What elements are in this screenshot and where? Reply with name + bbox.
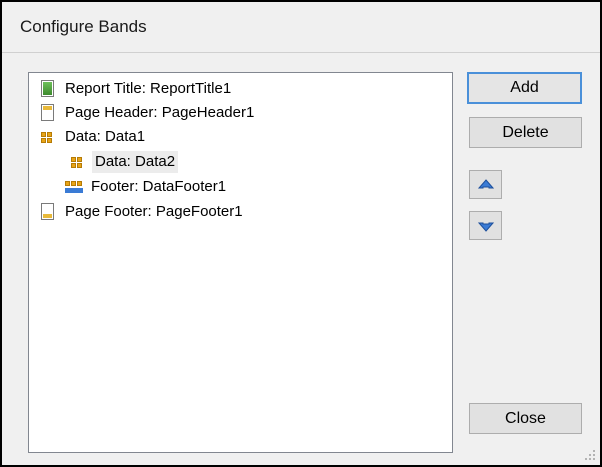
tree-node-label: Page Header: PageHeader1 [65, 104, 255, 121]
dialog-title: Configure Bands [20, 17, 147, 36]
move-down-button[interactable] [469, 211, 502, 240]
tree-node-report-title[interactable]: Report Title: ReportTitle1 [38, 78, 234, 100]
tree-node-page-header[interactable]: Page Header: PageHeader1 [38, 102, 257, 124]
resize-grip-icon[interactable] [584, 449, 596, 461]
configure-bands-dialog: Configure Bands Report Title: ReportTitl… [0, 0, 602, 467]
data-footer-band-icon [64, 177, 84, 197]
data-band-icon [68, 152, 88, 172]
tree-node-page-footer[interactable]: Page Footer: PageFooter1 [38, 201, 246, 223]
tree-node-data2[interactable]: Data: Data2 [68, 151, 179, 173]
page-footer-band-icon [38, 202, 58, 222]
tree-node-data-footer[interactable]: Footer: DataFooter1 [64, 176, 229, 198]
tree-node-label: Footer: DataFooter1 [91, 178, 227, 195]
data-band-icon [38, 127, 58, 147]
tree-node-label: Data: Data1 [65, 128, 146, 145]
tree-node-label: Page Footer: PageFooter1 [65, 203, 243, 220]
close-button[interactable]: Close [469, 403, 582, 434]
page-header-band-icon [38, 103, 58, 123]
arrow-up-icon [478, 179, 494, 189]
delete-button[interactable]: Delete [469, 117, 582, 148]
tree-node-label: Data: Data2 [92, 151, 179, 173]
title-bar[interactable]: Configure Bands [2, 2, 600, 52]
arrow-down-icon [478, 222, 494, 232]
tree-node-data1[interactable]: Data: Data1 [38, 126, 148, 148]
title-divider [2, 52, 600, 53]
move-up-button[interactable] [469, 170, 502, 199]
tree-node-label: Report Title: ReportTitle1 [65, 80, 232, 97]
report-title-band-icon [38, 79, 58, 99]
add-button[interactable]: Add [467, 72, 582, 104]
bands-tree[interactable]: Report Title: ReportTitle1 Page Header: … [28, 72, 453, 453]
